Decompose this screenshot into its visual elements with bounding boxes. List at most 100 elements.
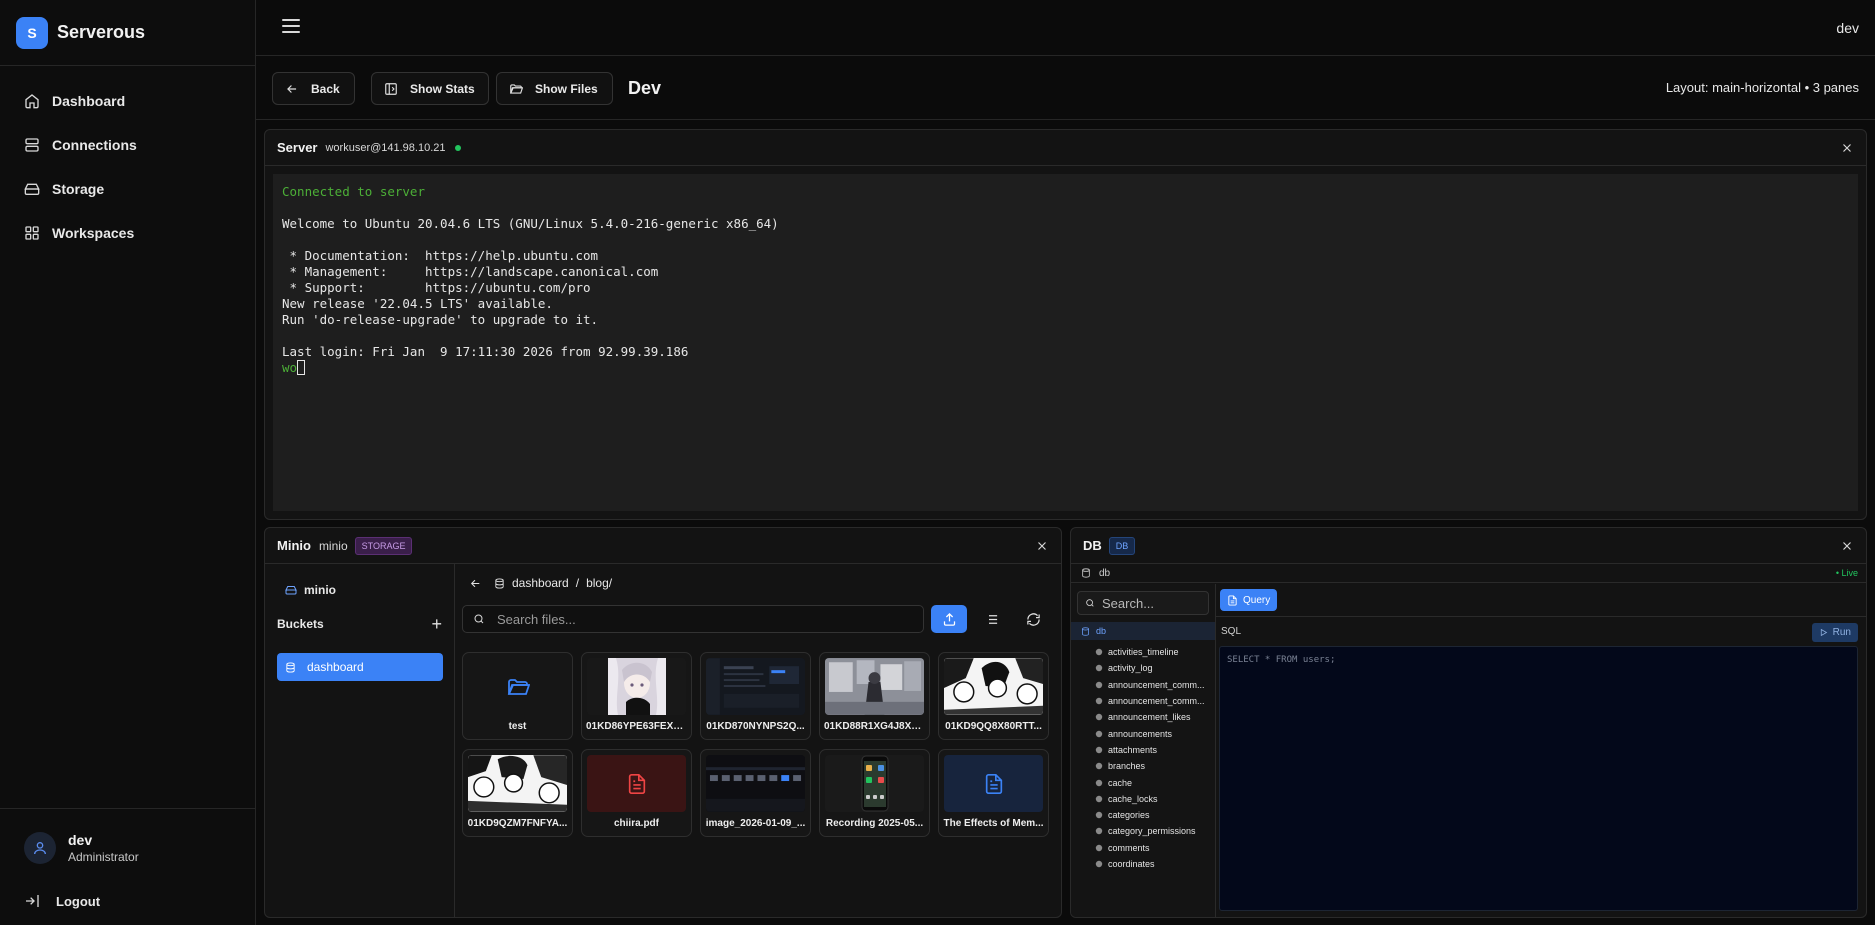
breadcrumb-bucket[interactable]: dashboard: [512, 576, 569, 590]
file-tile[interactable]: 01KD9QQ8X80RTT...: [938, 652, 1049, 740]
table-item[interactable]: comments: [1071, 840, 1215, 856]
topbar-username[interactable]: dev: [1836, 20, 1859, 36]
db-pane-title: DB: [1083, 538, 1102, 553]
refresh-button[interactable]: [1015, 605, 1051, 633]
db-pane-header: DB DB: [1071, 528, 1866, 564]
file-text-icon: [628, 773, 645, 794]
file-name: image_2026-01-09_...: [705, 818, 806, 829]
table-item[interactable]: activities_timeline: [1071, 644, 1215, 660]
file-thumbnail: [944, 755, 1043, 812]
connection-status-dot: [454, 144, 461, 151]
table-item[interactable]: cache_locks: [1071, 791, 1215, 807]
logout-label: Logout: [56, 893, 101, 909]
file-tile-folder[interactable]: test: [462, 652, 573, 740]
table-item[interactable]: attachments: [1071, 742, 1215, 758]
minio-sidebar: minio Buckets + dashboard: [265, 564, 455, 917]
bucket-label: dashboard: [307, 660, 364, 674]
file-tile[interactable]: 01KD9QZM7FNFYA...: [462, 749, 573, 837]
workspace-toolbar: Back Show Stats Show Files Dev Layout: m…: [256, 56, 1875, 120]
sidebar-footer: dev Administrator Logout: [0, 808, 255, 925]
close-db-pane-button[interactable]: [1840, 539, 1854, 553]
table-name: comments: [1108, 842, 1150, 853]
table-search-input[interactable]: [1102, 595, 1202, 611]
add-bucket-button[interactable]: +: [431, 615, 442, 633]
breadcrumb-path[interactable]: blog/: [586, 576, 612, 590]
file-tile[interactable]: The Effects of Mem...: [938, 749, 1049, 837]
file-name: 01KD86YPE63FEX6...: [586, 721, 687, 732]
sidebar-item-dashboard[interactable]: Dashboard: [0, 79, 255, 123]
minio-pane-title: Minio: [277, 538, 311, 553]
file-browser: dashboard / blog/ Search files... test 0…: [455, 564, 1061, 917]
screenshot-image: [706, 755, 805, 812]
divider: [1216, 616, 1866, 617]
bucket-item-dashboard[interactable]: dashboard: [277, 653, 443, 681]
sql-editor[interactable]: SELECT * FROM users;: [1219, 646, 1858, 911]
file-tile[interactable]: 01KD870NYNPS2Q...: [700, 652, 811, 740]
terminal-cursor: [297, 360, 306, 375]
photo-image: [825, 658, 924, 715]
app-root: S Serverous Dashboard Connections Storag…: [0, 0, 1875, 925]
table-item[interactable]: announcement_likes: [1071, 709, 1215, 725]
database-node-label: db: [1096, 626, 1107, 636]
image-thumbnail: [706, 755, 805, 812]
sidebar-item-workspaces[interactable]: Workspaces: [0, 211, 255, 255]
terminal-prompt: wo: [282, 360, 298, 375]
logout-button[interactable]: Logout: [24, 893, 100, 909]
folder-open-icon: [507, 678, 530, 695]
table-item[interactable]: announcement_comm...: [1071, 693, 1215, 709]
show-files-button[interactable]: Show Files: [496, 72, 613, 105]
table-item[interactable]: categories: [1071, 807, 1215, 823]
table-item[interactable]: branches: [1071, 758, 1215, 774]
back-button[interactable]: Back: [272, 72, 355, 105]
file-tile[interactable]: image_2026-01-09_...: [700, 749, 811, 837]
table-item[interactable]: coordinates: [1071, 856, 1215, 872]
sql-label: SQL: [1221, 626, 1242, 637]
hard-drive-icon: [24, 183, 40, 195]
screenshot-image: [706, 658, 805, 715]
layout-info: Layout: main-horizontal • 3 panes: [1665, 80, 1859, 95]
list-view-button[interactable]: [973, 605, 1009, 633]
upload-button[interactable]: [931, 605, 967, 633]
file-tile[interactable]: Recording 2025-05...: [819, 749, 930, 837]
brand-logo: S: [16, 16, 48, 49]
table-name: cache_locks: [1108, 793, 1158, 804]
brand[interactable]: S Serverous: [0, 0, 255, 66]
database-node[interactable]: db: [1071, 622, 1215, 640]
table-item[interactable]: announcement_comm...: [1071, 677, 1215, 693]
database-icon: [1082, 568, 1090, 578]
file-tile[interactable]: 01KD88R1XG4J8X5...: [819, 652, 930, 740]
table-icon: [1095, 795, 1103, 803]
sidebar-item-connections[interactable]: Connections: [0, 123, 255, 167]
table-item[interactable]: announcements: [1071, 725, 1215, 741]
table-icon: [1095, 697, 1103, 705]
file-tile[interactable]: 01KD86YPE63FEX6...: [581, 652, 692, 740]
search-icon: [1086, 599, 1094, 607]
upload-icon: [943, 612, 955, 626]
file-search-input[interactable]: [497, 611, 897, 627]
refresh-icon: [1026, 612, 1040, 626]
file-grid: test 01KD86YPE63FEX6... 01KD870NYNPS2Q..…: [462, 652, 1049, 837]
arrow-left-icon[interactable]: [469, 577, 482, 590]
file-tile[interactable]: chiira.pdf: [581, 749, 692, 837]
table-name: coordinates: [1108, 859, 1155, 869]
close-minio-pane-button[interactable]: [1035, 539, 1049, 553]
sidebar-item-storage[interactable]: Storage: [0, 167, 255, 211]
close-server-pane-button[interactable]: [1840, 141, 1854, 155]
sidebar: S Serverous Dashboard Connections Storag…: [0, 0, 256, 925]
tab-query[interactable]: Query: [1220, 589, 1278, 611]
image-thumbnail: [587, 658, 686, 715]
workspace-title: Dev: [628, 78, 662, 98]
show-stats-button[interactable]: Show Stats: [371, 72, 489, 105]
server-icon: [25, 138, 39, 152]
hamburger-menu-icon[interactable]: [282, 19, 300, 37]
terminal-last-login-line: Last login: Fri Jan 9 17:11:30 2026 from…: [282, 344, 689, 359]
run-query-button[interactable]: Run: [1811, 623, 1858, 642]
terminal-release-line: New release '22.04.5 LTS' available.: [282, 296, 553, 311]
table-item[interactable]: category_permissions: [1071, 823, 1215, 839]
table-item[interactable]: activity_log: [1071, 660, 1215, 676]
user-role: Administrator: [68, 850, 139, 864]
file-name: 01KD9QZM7FNFYA...: [467, 818, 568, 829]
terminal[interactable]: Connected to server Welcome to Ubuntu 20…: [273, 174, 1858, 511]
table-item[interactable]: cache: [1071, 774, 1215, 790]
user-profile[interactable]: dev Administrator: [24, 832, 139, 864]
